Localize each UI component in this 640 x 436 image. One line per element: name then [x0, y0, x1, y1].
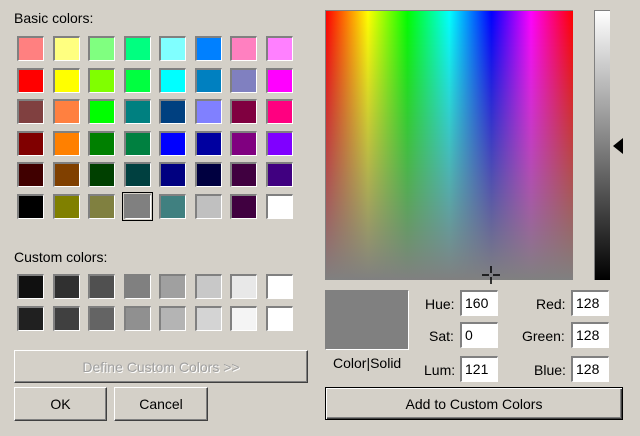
sat-field[interactable]: 0: [460, 322, 498, 348]
blue-label: Blue:: [534, 362, 566, 378]
luminance-arrow-icon[interactable]: [611, 137, 625, 155]
basic-color-swatch[interactable]: [124, 68, 151, 93]
basic-color-swatch[interactable]: [17, 36, 44, 61]
basic-color-swatch[interactable]: [17, 68, 44, 93]
basic-color-swatch[interactable]: [17, 131, 44, 156]
basic-color-swatch[interactable]: [230, 99, 257, 124]
ok-button[interactable]: OK: [14, 387, 107, 421]
basic-colors-label: Basic colors:: [14, 10, 94, 26]
basic-color-swatch[interactable]: [53, 99, 80, 124]
basic-color-swatch[interactable]: [230, 131, 257, 156]
basic-color-swatch[interactable]: [53, 68, 80, 93]
basic-color-swatch[interactable]: [53, 36, 80, 61]
custom-color-swatch[interactable]: [266, 306, 293, 331]
red-field[interactable]: 128: [571, 290, 609, 316]
basic-color-swatch[interactable]: [159, 68, 186, 93]
define-custom-colors-button[interactable]: Define Custom Colors >>: [14, 350, 308, 383]
basic-color-swatch[interactable]: [230, 162, 257, 187]
basic-color-swatch[interactable]: [266, 194, 293, 219]
custom-color-swatch[interactable]: [17, 274, 44, 299]
red-label: Red:: [536, 296, 566, 312]
color-preview: [325, 290, 409, 350]
basic-color-swatch[interactable]: [195, 194, 222, 219]
add-to-custom-colors-button[interactable]: Add to Custom Colors: [325, 387, 623, 420]
basic-color-swatch[interactable]: [195, 68, 222, 93]
basic-color-swatch[interactable]: [88, 194, 115, 219]
hue-label: Hue:: [425, 296, 455, 312]
custom-color-swatch[interactable]: [124, 306, 151, 331]
basic-color-swatch[interactable]: [122, 192, 153, 221]
basic-color-swatch[interactable]: [159, 99, 186, 124]
custom-color-swatch[interactable]: [88, 306, 115, 331]
basic-color-swatch[interactable]: [266, 99, 293, 124]
cancel-button[interactable]: Cancel: [114, 387, 208, 421]
custom-color-swatch[interactable]: [53, 274, 80, 299]
custom-color-swatch[interactable]: [124, 274, 151, 299]
basic-color-swatch[interactable]: [53, 131, 80, 156]
color-spectrum[interactable]: [325, 10, 573, 280]
basic-color-swatch[interactable]: [17, 194, 44, 219]
hue-field[interactable]: 160: [460, 290, 498, 316]
custom-color-swatch[interactable]: [230, 306, 257, 331]
color-solid-label: Color|Solid: [333, 355, 402, 371]
basic-color-swatch[interactable]: [195, 99, 222, 124]
blue-field[interactable]: 128: [571, 356, 609, 382]
custom-color-swatch[interactable]: [159, 306, 186, 331]
luminance-slider[interactable]: [594, 10, 610, 280]
basic-color-swatch[interactable]: [53, 194, 80, 219]
green-field[interactable]: 128: [571, 322, 609, 348]
basic-color-swatch[interactable]: [124, 162, 151, 187]
basic-color-swatch[interactable]: [17, 162, 44, 187]
lum-field[interactable]: 121: [460, 356, 498, 382]
custom-color-swatch[interactable]: [195, 306, 222, 331]
custom-color-swatch[interactable]: [195, 274, 222, 299]
basic-color-swatch[interactable]: [88, 131, 115, 156]
basic-color-swatch[interactable]: [230, 194, 257, 219]
basic-color-swatch[interactable]: [230, 36, 257, 61]
basic-color-swatch[interactable]: [159, 36, 186, 61]
crosshair-icon: [482, 266, 500, 284]
basic-color-swatch[interactable]: [17, 99, 44, 124]
basic-color-swatch[interactable]: [124, 36, 151, 61]
basic-color-swatch[interactable]: [266, 131, 293, 156]
custom-color-swatch[interactable]: [230, 274, 257, 299]
basic-color-swatch[interactable]: [266, 36, 293, 61]
custom-color-swatch[interactable]: [53, 306, 80, 331]
basic-color-swatch[interactable]: [124, 99, 151, 124]
basic-color-swatch[interactable]: [159, 131, 186, 156]
basic-color-swatch[interactable]: [124, 131, 151, 156]
basic-color-swatch[interactable]: [53, 162, 80, 187]
basic-color-swatch[interactable]: [159, 162, 186, 187]
basic-color-swatch[interactable]: [230, 68, 257, 93]
sat-label: Sat:: [429, 328, 454, 344]
custom-color-swatch[interactable]: [17, 306, 44, 331]
green-label: Green:: [522, 328, 565, 344]
basic-color-swatch[interactable]: [88, 162, 115, 187]
lum-label: Lum:: [424, 362, 456, 378]
custom-color-swatch[interactable]: [159, 274, 186, 299]
custom-colors-label: Custom colors:: [14, 249, 108, 265]
basic-color-swatch[interactable]: [195, 36, 222, 61]
basic-color-swatch[interactable]: [195, 162, 222, 187]
basic-color-swatch[interactable]: [88, 36, 115, 61]
basic-color-swatch[interactable]: [88, 68, 115, 93]
basic-color-swatch[interactable]: [266, 162, 293, 187]
basic-color-swatch[interactable]: [195, 131, 222, 156]
custom-color-swatch[interactable]: [266, 274, 293, 299]
basic-color-swatch[interactable]: [88, 99, 115, 124]
custom-color-swatch[interactable]: [88, 274, 115, 299]
basic-color-swatch[interactable]: [266, 68, 293, 93]
basic-color-swatch[interactable]: [159, 194, 186, 219]
